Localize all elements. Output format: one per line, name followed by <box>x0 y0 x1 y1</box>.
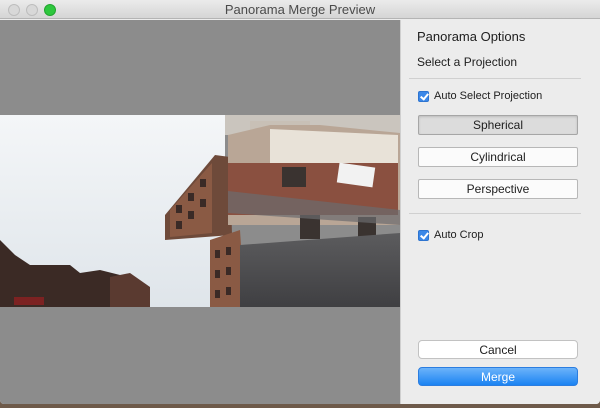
perspective-button[interactable]: Perspective <box>418 179 578 199</box>
panel-heading: Panorama Options <box>417 29 526 44</box>
divider <box>409 213 581 214</box>
panorama-merge-window: Panorama Merge Preview Panorama Options … <box>0 0 600 404</box>
panorama-options-panel: Panorama Options Select a Projection Aut… <box>400 20 600 404</box>
panorama-preview-area <box>0 20 400 404</box>
auto-crop-checkbox[interactable]: Auto Crop <box>418 229 484 241</box>
auto-select-projection-label: Auto Select Projection <box>434 90 543 102</box>
auto-select-projection-checkbox[interactable]: Auto Select Projection <box>418 90 542 102</box>
checkbox-checked-icon[interactable] <box>418 229 429 241</box>
spherical-button[interactable]: Spherical <box>418 115 578 135</box>
cylindrical-button[interactable]: Cylindrical <box>418 147 578 167</box>
projection-subheading: Select a Projection <box>417 55 518 69</box>
merge-button[interactable]: Merge <box>418 367 578 386</box>
panorama-preview-image <box>0 115 400 307</box>
checkbox-checked-icon[interactable] <box>418 90 429 102</box>
divider <box>409 78 581 79</box>
cancel-button[interactable]: Cancel <box>418 340 578 359</box>
window-title: Panorama Merge Preview <box>224 2 376 17</box>
auto-crop-label: Auto Crop <box>434 229 484 241</box>
title-bar: Panorama Merge Preview <box>0 0 600 19</box>
